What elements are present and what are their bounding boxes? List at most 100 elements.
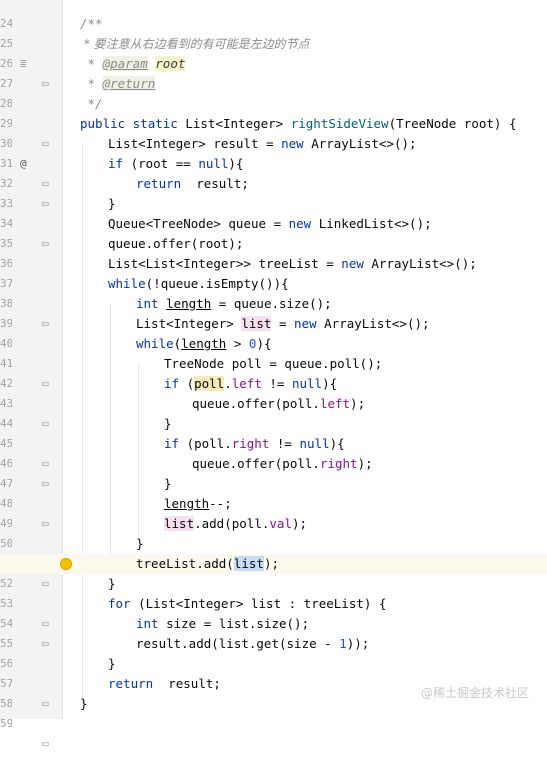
keyword: int [136, 616, 167, 631]
keyword: return [136, 176, 189, 191]
keyword: null [198, 156, 229, 171]
field-name: right [231, 436, 270, 451]
code-line[interactable]: 39 int length = queue.size(); [0, 294, 547, 330]
variable: length [164, 496, 210, 511]
number-literal: 1 [339, 636, 347, 651]
code-text: )); [346, 636, 370, 651]
code-line[interactable]: 57 ▭ } [0, 654, 547, 710]
line-number[interactable]: 59 [0, 714, 12, 734]
code-line[interactable]: 24 [0, 0, 547, 30]
code-text: (!queue.isEmpty()){ [145, 276, 289, 291]
code-text: } [108, 196, 116, 211]
code-line[interactable]: 53 ▭ } [0, 574, 547, 630]
code-text: } [80, 696, 88, 711]
code-text: } [164, 416, 172, 431]
code-text: result; [188, 176, 249, 191]
code-text: List<List<Integer>> treeList = [108, 256, 342, 271]
field-name: right [319, 456, 358, 471]
code-line[interactable]: 48 ▭ } [0, 474, 547, 530]
code-text: } [108, 656, 116, 671]
code-line[interactable]: 47 queue.offer(poll.right); [0, 454, 547, 490]
comment-text: * [80, 76, 103, 91]
code-line[interactable]: 55 int size = list.size(); [0, 614, 547, 650]
code-line[interactable]: 50 list.add(poll.val); [0, 514, 547, 550]
field-name: left [319, 396, 351, 411]
code-line[interactable]: 26 * 要注意从右边看到的有可能是左边的节点 [0, 34, 547, 70]
code-text: ); [357, 456, 373, 471]
javadoc-tag: @param [102, 56, 148, 71]
code-text: ArrayList<>(); [311, 136, 417, 151]
keyword: if [108, 156, 131, 171]
keyword: if [164, 436, 187, 451]
keyword: for [108, 596, 139, 611]
code-text: } [164, 476, 172, 491]
keyword: if [164, 376, 187, 391]
code-line[interactable]: 40 List<Integer> list = new ArrayList<>(… [0, 314, 547, 350]
code-line[interactable]: 33 return result; [0, 174, 547, 210]
code-text: ); [263, 556, 280, 571]
code-line[interactable]: 54 ▭ for (List<Integer> list : treeList)… [0, 594, 547, 650]
code-line[interactable]: 29 ▭ */ [0, 94, 547, 150]
code-text: ){ [256, 336, 272, 351]
code-text: = queue.size(); [211, 296, 332, 311]
code-line[interactable]: 43 ▭ if (poll.left != null){ [0, 374, 547, 430]
javadoc-tag: @return [102, 76, 156, 91]
code-text: != [261, 376, 292, 391]
selected-variable[interactable]: list [233, 556, 264, 571]
keyword: while [108, 276, 146, 291]
keyword: int [136, 296, 167, 311]
code-line[interactable]: 56 result.add(list.get(size - 1)); [0, 634, 547, 670]
current-code-line[interactable]: 52 treeList.add(list); [0, 554, 547, 590]
javadoc-param: root [155, 56, 186, 71]
code-line[interactable]: 38 ▭ while(!queue.isEmpty()){ [0, 274, 547, 330]
code-line[interactable]: 37 List<List<Integer>> treeList = new Ar… [0, 254, 547, 290]
variable: list [241, 316, 272, 331]
code-text: TreeNode poll = queue.poll(); [164, 356, 383, 371]
code-text: ); [291, 516, 308, 531]
type-name: List<Integer> [185, 116, 291, 131]
code-line[interactable]: 32 ▭ if (root == null){ [0, 154, 547, 210]
code-text: (TreeNode root) { [388, 116, 517, 131]
code-line[interactable]: 51 ▭ } [0, 534, 547, 590]
code-text: result.add(list.get(size - [136, 636, 340, 651]
code-text: ( [186, 376, 195, 391]
code-text: . [224, 376, 232, 391]
keyword: new [288, 216, 319, 231]
variable: list [164, 516, 195, 531]
code-text: result; [160, 676, 221, 691]
code-line[interactable]: 46 ▭ if (poll.right != null){ [0, 434, 547, 490]
code-line[interactable]: 27 * @param root [0, 54, 547, 90]
code-text: > [226, 336, 249, 351]
code-line[interactable]: 28 * @return [0, 74, 547, 110]
code-line[interactable]: 41 ▭ while(length > 0){ [0, 334, 547, 390]
code-text: queue.offer(poll. [192, 456, 320, 471]
code-line[interactable]: 31 List<Integer> result = new ArrayList<… [0, 134, 547, 170]
code-line[interactable]: 45 ▭ } [0, 414, 547, 470]
code-text: .add(poll. [194, 516, 270, 531]
code-line[interactable]: 35 Queue<TreeNode> queue = new LinkedLis… [0, 214, 547, 250]
comment-text: * [80, 56, 103, 71]
comment-text: */ [80, 96, 103, 111]
code-line[interactable]: 44 queue.offer(poll.left); [0, 394, 547, 430]
code-text: ArrayList<>(); [371, 256, 477, 271]
code-text: (poll. [186, 436, 232, 451]
code-line[interactable]: 42 TreeNode poll = queue.poll(); [0, 354, 547, 390]
code-line[interactable]: 25 ≣ ▭ /** [0, 14, 547, 90]
lightbulb-icon[interactable] [60, 558, 72, 570]
comment-text: * 要注意从右边看到的有可能是左边的节点 [80, 37, 310, 51]
keyword: new [281, 136, 312, 151]
code-line[interactable]: 30 @ ▭ public static List<Integer> right… [0, 114, 547, 190]
code-text: --; [209, 496, 232, 511]
code-line[interactable]: 34 ▭ } [0, 194, 547, 250]
code-text: treeList.add( [136, 556, 234, 571]
code-line[interactable]: 36 queue.offer(root); [0, 234, 547, 270]
code-text: ){ [322, 376, 338, 391]
code-text: (List<Integer> list : treeList) { [138, 596, 387, 611]
code-text: ){ [228, 156, 244, 171]
method-name: rightSideView [290, 116, 389, 131]
fold-toggle-icon[interactable]: ▭ [42, 734, 49, 754]
code-text: ArrayList<>(); [324, 316, 430, 331]
code-line[interactable]: 49 length--; [0, 494, 547, 530]
code-text: queue.offer(poll. [192, 396, 320, 411]
field-name: left [231, 376, 262, 391]
